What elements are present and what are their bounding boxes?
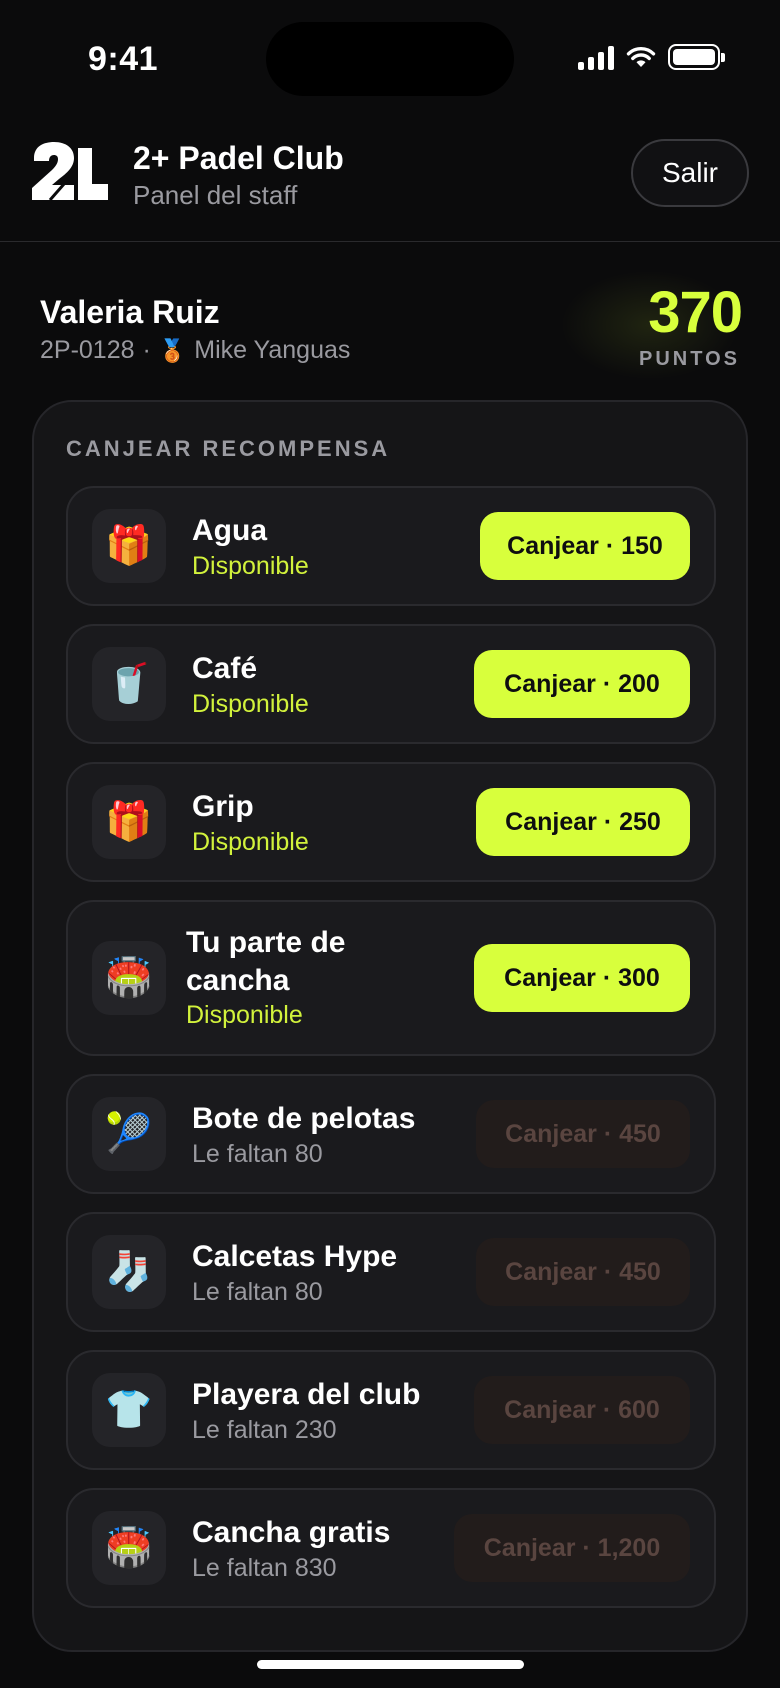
reward-list: 🎁 Agua Disponible Canjear · 150 🥤 Café Disponi… [66,486,716,1626]
reward-status: Le faltan 230 [192,1415,337,1444]
redeem-button[interactable]: Canjear · 450 [476,1100,690,1168]
club-name: 2+ Padel Club [133,140,344,176]
reward-text: Grip Disponible [192,788,309,857]
status-bar: 9:41 [0,0,780,120]
reward-item: 🏟️ Cancha gratis Le faltan 830 Canjear · 1,… [66,1488,716,1608]
reward-name: Bote de pelotas [192,1102,416,1135]
reward-item: 🎾 Bote de pelotas Le faltan 80 Canjear · 45… [66,1074,716,1194]
reward-item: 🧦 Calcetas Hype Le faltan 80 Canjear · 450 [66,1212,716,1332]
reward-text: Agua Disponible [192,512,309,581]
reward-item: 🏟️ Tu parte de cancha Disponible Canjear · … [66,900,716,1056]
redeem-button[interactable]: Canjear · 1,200 [454,1514,690,1582]
bronze-medal-icon: 🥉 [158,337,187,363]
cup-icon: 🥤 [92,647,166,721]
header: 2+ Padel Club Panel del staff Salir [0,130,780,242]
reward-status: Disponible [192,551,309,580]
reward-name: Playera del club [192,1378,421,1411]
points-label: PUNTOS [639,348,740,370]
screen: 9:41 2+ Padel Club Panel del staff Salir… [0,0,780,1688]
redeem-button[interactable]: Canjear · 200 [474,650,690,718]
reward-status: Le faltan 80 [192,1139,323,1168]
reward-text: Calcetas Hype Le faltan 80 [192,1238,397,1307]
reward-text: Café Disponible [192,650,309,719]
socks-icon: 🧦 [92,1235,166,1309]
signal-icon [578,44,614,70]
reward-name: Café [192,652,258,685]
member-coach: Mike Yanguas [194,336,351,364]
status-icons [578,44,725,70]
reward-text: Cancha gratis Le faltan 830 [192,1514,390,1583]
reward-status: Disponible [186,1001,303,1029]
reward-text: Playera del club Le faltan 230 [192,1376,420,1445]
tshirt-icon: 👕 [92,1373,166,1447]
reward-status: Le faltan 830 [192,1553,337,1582]
reward-status: Disponible [192,689,309,718]
reward-item: 🎁 Agua Disponible Canjear · 150 [66,486,716,606]
points-value: 370 [648,280,743,345]
stadium-icon: 🏟️ [92,1511,166,1585]
reward-name: Agua [192,514,267,547]
logout-button[interactable]: Salir [631,139,749,207]
reward-name: Cancha gratis [192,1516,391,1549]
reward-item: 🎁 Grip Disponible Canjear · 250 [66,762,716,882]
club-logo [32,142,108,201]
rewards-card: CANJEAR RECOMPENSA 🎁 Agua Disponible Canjea… [32,400,748,1652]
wifi-icon [626,46,656,67]
reward-item: 👕 Playera del club Le faltan 230 Canjear · … [66,1350,716,1470]
tennis-icon: 🎾 [92,1097,166,1171]
reward-item: 🥤 Café Disponible Canjear · 200 [66,624,716,744]
reward-name: Calcetas Hype [192,1240,398,1273]
redeem-button[interactable]: Canjear · 150 [480,512,690,580]
header-subtitle: Panel del staff [133,180,298,210]
reward-status: Le faltan 80 [192,1277,323,1306]
dynamic-island [266,22,514,96]
reward-name: Tu parte de cancha [186,926,346,997]
member-name: Valeria Ruiz [40,294,220,330]
reward-name: Grip [192,790,254,823]
redeem-button[interactable]: Canjear · 450 [476,1238,690,1306]
reward-text: Tu parte de cancha Disponible [186,924,396,1030]
gift-icon: 🎁 [92,785,166,859]
meta-separator: · [142,336,151,364]
redeem-button[interactable]: Canjear · 600 [474,1376,690,1444]
home-indicator[interactable] [257,1660,524,1669]
redeem-button[interactable]: Canjear · 250 [476,788,690,856]
reward-status: Disponible [192,827,309,856]
gift-icon: 🎁 [92,509,166,583]
reward-text: Bote de pelotas Le faltan 80 [192,1100,415,1169]
status-time: 9:41 [88,40,159,78]
redeem-button[interactable]: Canjear · 300 [474,944,690,1012]
battery-icon [668,44,725,70]
stadium-icon: 🏟️ [92,941,166,1015]
member-meta: 2P-0128 · 🥉 Mike Yanguas [40,336,350,365]
rewards-section-title: CANJEAR RECOMPENSA [66,436,391,461]
member-id: 2P-0128 [40,336,135,364]
